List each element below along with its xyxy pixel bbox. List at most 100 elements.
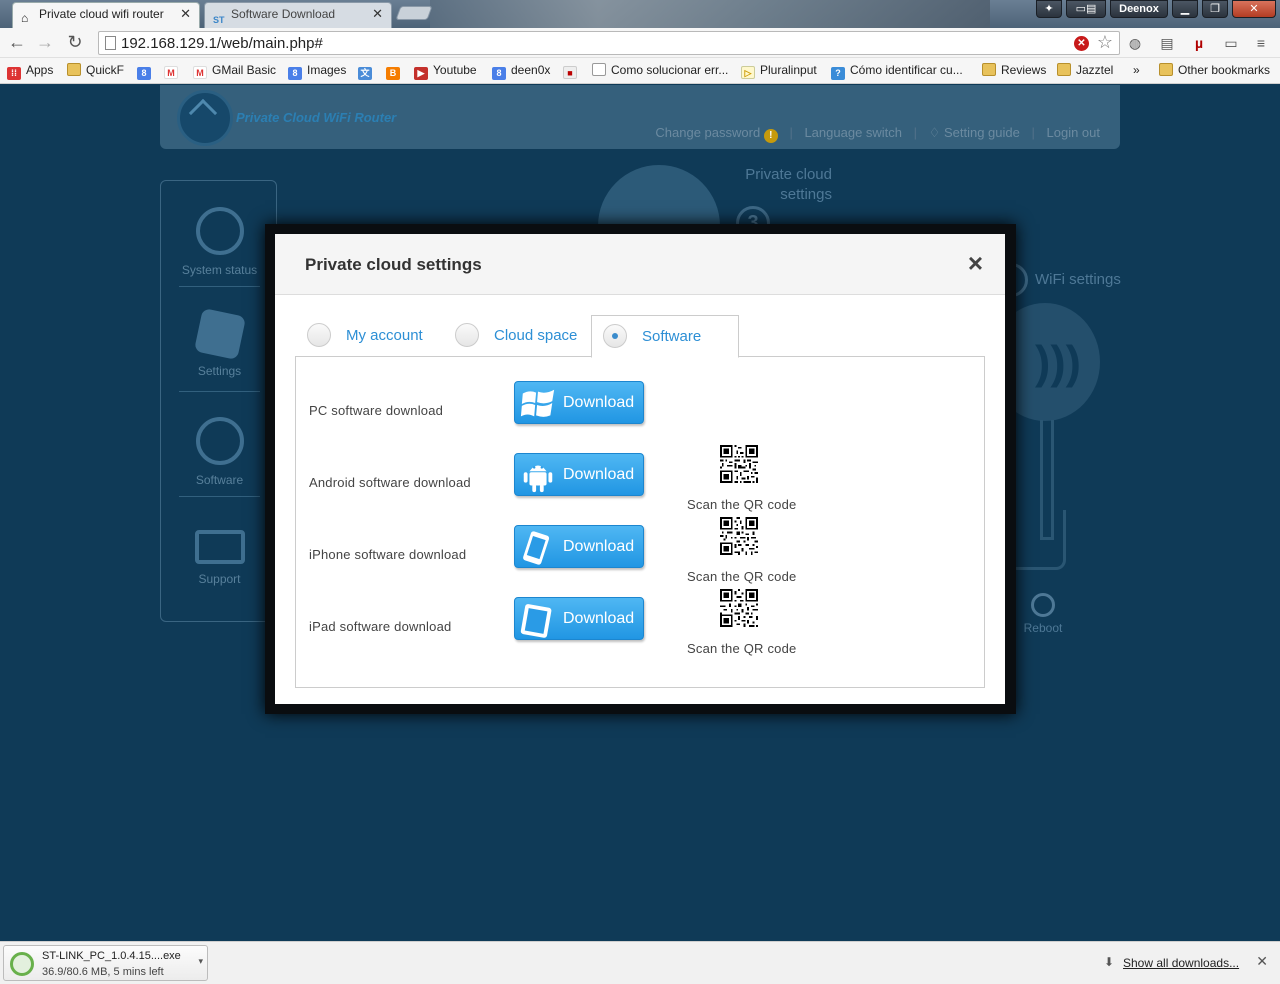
folder-icon — [982, 63, 996, 76]
tab-cloud-space[interactable]: Cloud space — [443, 315, 591, 357]
bookmarks-overflow[interactable]: » — [1133, 63, 1140, 77]
setting-guide-link[interactable]: Setting guide — [944, 125, 1020, 140]
close-window-button[interactable]: ✕ — [1232, 0, 1276, 18]
bookmark-deen0x[interactable]: 8 deen0x — [492, 63, 550, 80]
private-cloud-settings-dialog: Private cloud settings × My account Clou… — [275, 234, 1005, 704]
login-out-link[interactable]: Login out — [1047, 125, 1101, 140]
wifi-signal-icon: ))) — [1035, 336, 1081, 388]
qr-code-image — [720, 589, 758, 627]
sidebar: System status Settings Software Support — [160, 180, 277, 622]
iphone-qr-block: Scan the QR code — [296, 453, 986, 584]
reboot-button[interactable]: Reboot — [1016, 593, 1070, 635]
tab-software-download[interactable]: ST Software Download ✕ — [204, 2, 392, 28]
sidebar-item-support[interactable]: Support — [161, 496, 278, 601]
tab-private-cloud[interactable]: ⌂ Private cloud wifi router ✕ — [12, 2, 200, 28]
bookmark-google[interactable]: 8 — [137, 63, 156, 80]
warning-icon: ! — [763, 129, 778, 143]
change-password-link[interactable]: Change password — [655, 125, 760, 140]
download-status: 36.9/80.6 MB, 5 mins left — [42, 966, 164, 978]
radio-button[interactable] — [455, 323, 479, 347]
dialog-title: Private cloud settings — [305, 255, 482, 274]
browser-titlebar: ⌂ Private cloud wifi router ✕ ST Softwar… — [0, 0, 1280, 28]
sidebar-item-settings[interactable]: Settings — [161, 286, 278, 391]
new-tab-button[interactable] — [395, 6, 433, 20]
close-icon[interactable]: ✕ — [372, 3, 383, 25]
sidebar-item-software[interactable]: Software — [161, 391, 278, 496]
other-bookmarks[interactable]: Other bookmarks — [1159, 63, 1270, 77]
download-filename: ST-LINK_PC_1.0.4.15....exe — [42, 950, 181, 962]
bookmark-images[interactable]: 8 Images — [288, 63, 346, 80]
close-icon[interactable]: ✕ — [180, 3, 191, 25]
folder-icon — [1159, 63, 1173, 76]
language-switch-link[interactable]: Language switch — [804, 125, 902, 140]
bookmark-blogger[interactable]: B — [386, 63, 405, 80]
gmail-icon: M — [164, 66, 178, 79]
power-icon — [1031, 593, 1055, 617]
bookmark-apps[interactable]: ⁞⁞ Apps — [7, 63, 53, 80]
google-icon: 8 — [288, 67, 302, 80]
qr-label: Scan the QR code — [687, 641, 797, 656]
extension-yellow-icon[interactable]: ▤ — [1156, 32, 1178, 54]
close-icon[interactable]: × — [968, 248, 983, 278]
google-icon: 8 — [492, 67, 506, 80]
envelope-icon — [194, 530, 245, 564]
back-arrow-icon[interactable]: ← — [6, 32, 28, 54]
cast-icon[interactable]: ▭ — [1220, 32, 1242, 54]
apps-grid-icon: ⁞⁞ — [7, 67, 21, 80]
profile-button[interactable]: Deenox — [1110, 0, 1168, 18]
bookmark-reviews[interactable]: Reviews — [982, 63, 1046, 77]
download-arrow-icon: ⬇ — [1104, 955, 1115, 969]
bookmark-como-identificar[interactable]: ? Cómo identificar cu... — [831, 63, 963, 80]
utorrent-icon[interactable]: µ — [1188, 32, 1210, 54]
gmail-icon: M — [193, 66, 207, 79]
ipad-download-row: iPad software download Download — [296, 597, 986, 677]
address-bar[interactable]: 192.168.129.1/web/main.php# ✕ ☆ — [98, 31, 1120, 55]
download-item[interactable]: ST-LINK_PC_1.0.4.15....exe 36.9/80.6 MB,… — [3, 945, 208, 981]
blocked-content-icon[interactable]: ✕ — [1074, 36, 1089, 51]
folder-icon — [1057, 63, 1071, 76]
tab-software[interactable]: Software — [591, 315, 739, 358]
close-icon[interactable]: ✕ — [1256, 953, 1268, 970]
maximize-button[interactable]: ❐ — [1202, 0, 1228, 18]
tab-my-account[interactable]: My account — [295, 315, 443, 357]
wifi-settings-label[interactable]: WiFi settings — [1035, 270, 1121, 290]
radio-button-selected[interactable] — [603, 324, 627, 348]
menu-icon[interactable]: ≡ — [1250, 32, 1272, 54]
bookmark-pluralinput[interactable]: ▷ Pluralinput — [741, 63, 817, 79]
bookmark-red[interactable]: ■ — [563, 63, 582, 79]
youtube-icon: ▶ — [414, 67, 428, 80]
pin-icon[interactable]: ✦ — [1036, 0, 1062, 18]
tab-title: Private cloud wifi router — [39, 7, 164, 21]
window-switch-button[interactable]: ▭▤ — [1066, 0, 1106, 18]
chevron-down-icon[interactable]: ▾ — [198, 956, 203, 967]
dialog-header: Private cloud settings × — [275, 234, 1005, 295]
bookmark-gmail-basic[interactable]: M GMail Basic — [193, 63, 276, 79]
row-label: iPad software download — [309, 619, 452, 634]
forward-arrow-icon[interactable]: → — [34, 32, 56, 54]
blogger-icon: B — [386, 67, 400, 80]
gear-icon — [193, 307, 246, 361]
show-all-downloads-link[interactable]: Show all downloads... — [1123, 956, 1239, 970]
sidebar-item-system-status[interactable]: System status — [161, 181, 278, 286]
page-icon — [105, 36, 116, 50]
bookmarks-bar: ⁞⁞ Apps QuickF 8 M M GMail Basic 8 Images 文… — [0, 58, 1280, 84]
brand-name: Private Cloud WiFi Router — [236, 110, 397, 125]
bookmark-translate[interactable]: 文 — [358, 63, 377, 80]
software-panel: PC software download Download Android so… — [295, 356, 985, 688]
bookmark-gmail[interactable]: M — [164, 63, 183, 79]
globe-extension-icon[interactable]: ◍ — [1124, 32, 1146, 54]
minimize-button[interactable]: ▁ — [1172, 0, 1198, 18]
reload-icon[interactable]: ↻ — [64, 32, 86, 54]
url-text[interactable]: 192.168.129.1/web/main.php# — [121, 35, 323, 52]
folder-icon — [67, 63, 81, 76]
bookmark-quickf[interactable]: QuickF — [67, 63, 124, 77]
bookmark-jazztel[interactable]: Jazztel — [1057, 63, 1113, 77]
browser-toolbar: ← → ↻ 192.168.129.1/web/main.php# ✕ ☆ ◍ … — [0, 28, 1280, 58]
pulse-icon — [195, 207, 244, 255]
star-icon[interactable]: ☆ — [1097, 32, 1113, 53]
bookmark-como-solucionar[interactable]: Como solucionar err... — [592, 63, 728, 77]
radio-button[interactable] — [307, 323, 331, 347]
lightbulb-icon: ♢ — [928, 125, 941, 140]
bookmark-youtube[interactable]: ▶ Youtube — [414, 63, 477, 80]
private-cloud-settings-label[interactable]: Private cloud settings — [712, 165, 832, 205]
